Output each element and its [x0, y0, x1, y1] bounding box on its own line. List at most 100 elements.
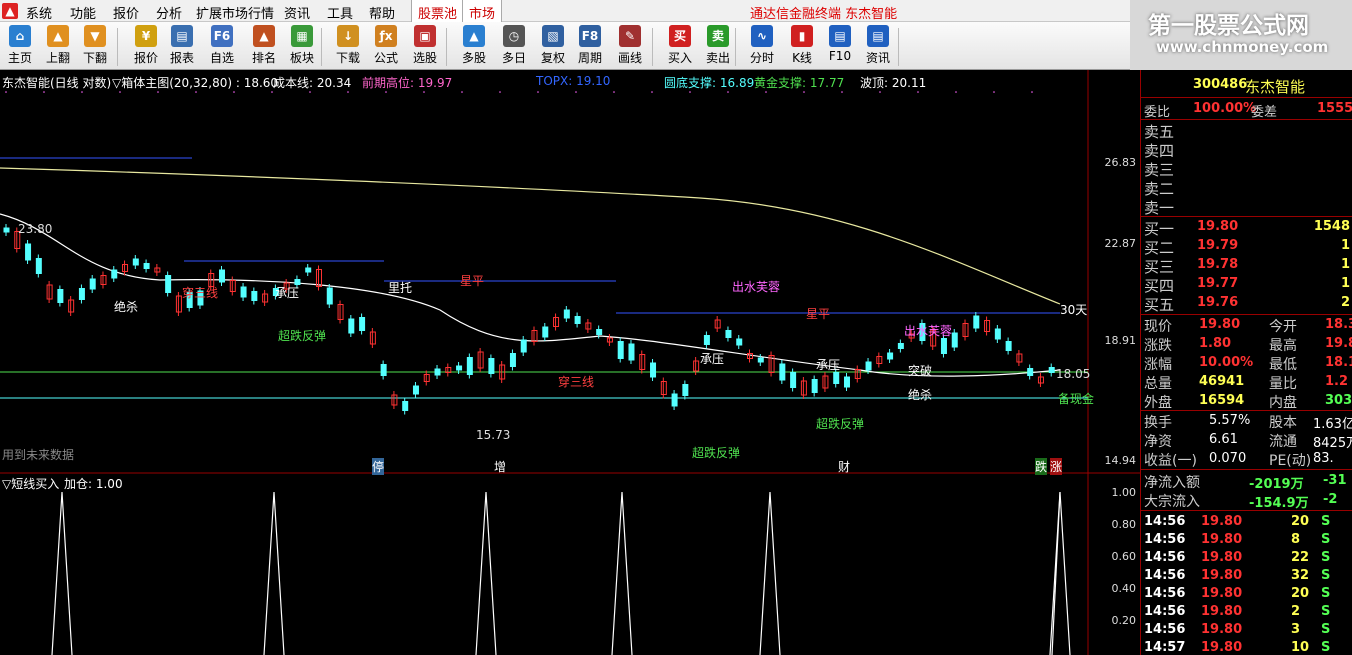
tick-price: 19.80: [1201, 532, 1243, 547]
top-dot-marker: [499, 91, 501, 93]
signal-label: 承压: [275, 286, 300, 300]
quote-value: 19.8: [1325, 336, 1352, 351]
event-marker[interactable]: 财: [838, 458, 850, 475]
intraday-icon: ∿: [751, 25, 773, 47]
toolbar-button-label: 资讯: [865, 51, 890, 65]
toolbar-button-11[interactable]: ▲ 多股: [456, 25, 492, 69]
toolbar-button-13[interactable]: ▧ 复权: [535, 25, 571, 69]
flow-value: -2019万: [1249, 477, 1304, 492]
buy-signal-spike: [611, 491, 633, 655]
clock-icon: ◷: [503, 25, 525, 47]
menu-function[interactable]: 功能: [70, 3, 96, 22]
buy-level-label: 买四: [1144, 277, 1175, 295]
buy-level-row: 买五 19.76 2: [1141, 294, 1352, 314]
toolbar-button-14[interactable]: F8 周期: [572, 25, 608, 69]
subchart-param: 加仓: 1.00: [64, 477, 123, 491]
sell-level-label: 卖三: [1144, 161, 1175, 179]
toolbar-button-3[interactable]: ¥ 报价: [128, 25, 164, 69]
top-dot-marker: [803, 91, 805, 93]
candle-body: [887, 352, 894, 360]
tick-direction: S: [1321, 604, 1331, 619]
toolbar-button-12[interactable]: ◷ 多日: [496, 25, 532, 69]
quote-row: 涨幅 10.00% 最低 18.1: [1141, 354, 1352, 373]
flow-label: 大宗流入: [1144, 494, 1200, 510]
toolbar-button-9[interactable]: ƒx 公式: [368, 25, 404, 69]
toolbar-button-0[interactable]: ⌂ 主页: [2, 25, 38, 69]
candle-body: [682, 384, 689, 396]
top-dot-marker: [309, 91, 311, 93]
top-dot-marker: [423, 91, 425, 93]
top-dot-marker: [43, 91, 45, 93]
menu-quote[interactable]: 报价: [113, 3, 139, 22]
toolbar-button-17[interactable]: 卖卖出: [700, 25, 736, 69]
candle-body: [57, 289, 64, 303]
toolbar-button-16[interactable]: 买买入: [662, 25, 698, 69]
signal-label: 星平: [460, 274, 485, 288]
toolbar-button-5[interactable]: F6 自选: [204, 25, 240, 69]
kline-svg[interactable]: [0, 70, 1140, 655]
toolbar-button-15[interactable]: ✎ 画线: [612, 25, 648, 69]
toolbar: ⌂ 主页 ▲ 上翻 ▼ 下翻 ¥ 报价 ▤ 报表 F6 自选 ▲ 排名 ▦ 板块 ↓ 下载 ƒx 公式 ▣ 选股 ▲ 多股 ◷ 多…: [0, 22, 1130, 70]
high-price-annotation: 23.80: [18, 222, 53, 236]
signal-label: 出水芙蓉: [732, 280, 781, 294]
toolbar-button-2[interactable]: ▼ 下翻: [77, 25, 113, 69]
menu-news[interactable]: 资讯: [284, 3, 310, 22]
toolbar-button-1[interactable]: ▲ 上翻: [40, 25, 76, 69]
kline-chart[interactable]: 东杰智能(日线 对数) ▽箱体主图(20,32,80) : 18.60 成本线:…: [0, 70, 1140, 655]
ma-short-line: [0, 213, 1061, 377]
candle-body: [736, 338, 743, 346]
wave-top-label: 波顶: 20.11: [860, 76, 927, 90]
event-marker[interactable]: 增: [494, 458, 506, 475]
flow-value: -31: [1323, 473, 1347, 488]
menu-help[interactable]: 帮助: [369, 3, 395, 22]
event-marker[interactable]: 跌: [1035, 458, 1048, 475]
toolbar-button-6[interactable]: ▲ 排名: [246, 25, 282, 69]
window-title: 通达信金融终端 东杰智能: [750, 7, 898, 22]
f6-icon: F6: [211, 25, 233, 47]
multi-stock-icon: ▲: [463, 25, 485, 47]
top-dot-marker: [879, 91, 881, 93]
signal-label: 承压: [700, 352, 725, 366]
quote-label: 涨幅: [1144, 357, 1172, 373]
menu-ext-market[interactable]: 扩展市场行情: [196, 3, 274, 22]
tab-market[interactable]: 市场: [462, 0, 503, 22]
toolbar-button-4[interactable]: ▤ 报表: [164, 25, 200, 69]
menu-system[interactable]: 系统: [26, 3, 52, 22]
toolbar-button-18[interactable]: ∿ 分时: [744, 25, 780, 69]
top-dot-marker: [537, 91, 539, 93]
top-dot-marker: [765, 91, 767, 93]
candle-body: [951, 332, 958, 348]
tick-volume: 2: [1291, 604, 1301, 619]
tick-price: 19.80: [1201, 622, 1243, 637]
quote-row: 现价 19.80 今开 18.3: [1141, 316, 1352, 335]
sell-level-row: 卖五: [1141, 121, 1352, 141]
toolbar-button-7[interactable]: ▦ 板块: [284, 25, 320, 69]
toolbar-button-19[interactable]: ▮ K线: [784, 25, 820, 69]
menu-tools[interactable]: 工具: [327, 3, 353, 22]
toolbar-button-label: K线: [792, 51, 812, 65]
tick-direction: S: [1321, 550, 1331, 565]
candle-body: [434, 368, 441, 376]
toolbar-f10-button[interactable]: ▤ F10: [822, 25, 858, 69]
menu-analysis[interactable]: 分析: [156, 3, 182, 22]
toolbar-button-8[interactable]: ↓ 下载: [330, 25, 366, 69]
candle-body: [305, 267, 312, 273]
candle-body: [865, 361, 872, 371]
toolbar-button-21[interactable]: ▤ 资讯: [860, 25, 896, 69]
price-tick: 14.94: [1104, 454, 1137, 467]
toolbar-button-10[interactable]: ▣ 选股: [407, 25, 443, 69]
event-marker[interactable]: 停: [372, 458, 385, 475]
sell-level-label: 卖五: [1144, 123, 1175, 141]
tab-stock-pool[interactable]: 股票池: [411, 0, 465, 22]
top-dot-marker: [917, 91, 919, 93]
quote-value: 18.1: [1325, 355, 1352, 370]
tick-row: 14:57 19.80 10 S: [1141, 639, 1352, 655]
signal-label: 星平: [806, 307, 831, 321]
quote-label: 今开: [1269, 319, 1297, 335]
buy-level-volume: 1: [1340, 238, 1350, 253]
candle-body: [790, 372, 797, 388]
candle-body: [843, 376, 850, 388]
fundamental-label: 流通: [1269, 434, 1297, 450]
buy-level-label: 买二: [1144, 239, 1175, 257]
event-marker[interactable]: 涨: [1050, 458, 1063, 475]
